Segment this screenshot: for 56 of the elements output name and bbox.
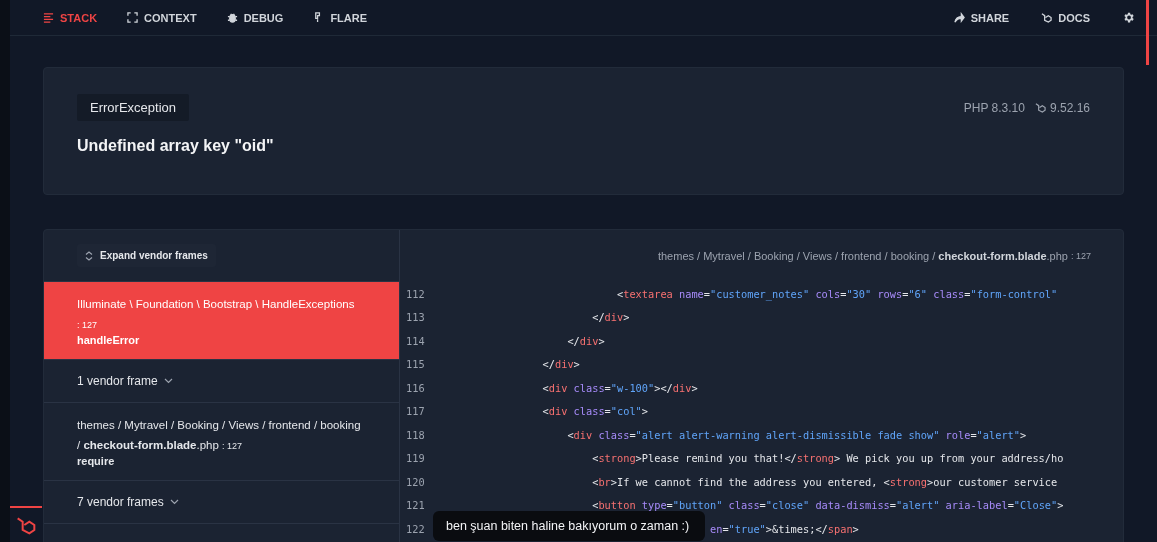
list-icon [43, 12, 54, 23]
chevron-down-icon [169, 499, 179, 505]
frame-line-number: : 127 [221, 441, 242, 451]
bug-icon [226, 12, 238, 23]
line-number: 112 [405, 287, 426, 300]
code-line: <button type="button" class="close" data-dismiss="alert" aria-label="Close"> [591, 499, 1064, 512]
chevron-down-icon [163, 378, 173, 384]
line-number: 117 [405, 405, 426, 418]
vendor-frames-toggle[interactable]: 1 vendor frame [77, 374, 173, 388]
code-line: <div class="col"> [541, 405, 648, 418]
stack-frame[interactable]: themes / Mytravel / Booking / Views / frontend / booking / checkout-form.blade.php : 127 require [44, 403, 399, 481]
nav-tab[interactable]: STACK [43, 11, 98, 24]
scrollbar-thumb[interactable] [1146, 0, 1149, 65]
active-indicator [10, 506, 42, 508]
line-number: 116 [405, 381, 426, 394]
line-number: 115 [405, 358, 426, 371]
subtitle-caption: ben şuan biten haline bakıyorum o zaman :) [433, 511, 706, 541]
nav-tab[interactable]: DEBUG [226, 11, 284, 24]
line-number: 121 [405, 499, 426, 512]
file-path: themes / Mytravel / Booking / Views / frontend / booking / checkout-form.blade.php [657, 250, 1068, 262]
line-number: 122 [405, 522, 426, 535]
line-number: 119 [405, 452, 426, 465]
code-line: en="true">&times;</span> [708, 522, 859, 535]
stack-frame[interactable]: Illuminate \ Foundation \ Bootstrap \ HandleExceptions : 127 handleError [44, 282, 399, 360]
frame-method: handleError [77, 334, 141, 346]
code-line: <textarea name="customer_notes" cols="30" rows="6" class="form-control" [616, 287, 1058, 300]
nav-tab[interactable]: CONTEXT [127, 11, 197, 24]
share-icon [953, 12, 965, 23]
code-line: </div> [541, 358, 580, 371]
code-line: </div> [566, 334, 605, 347]
exception-type: ErrorException [77, 94, 189, 121]
line-number: 114 [405, 334, 426, 347]
nav-link[interactable]: DOCS [1041, 11, 1090, 24]
frame-path: Illuminate \ Foundation \ Bootstrap \ HandleExceptions [77, 297, 356, 312]
laravel-version: 9.52.16 [1049, 100, 1090, 115]
line-number: 120 [405, 475, 426, 488]
nav-tab[interactable]: FLARE [313, 11, 368, 24]
code-line: <br>If we cannot find the address you entered, <strong>our customer service [591, 475, 1058, 488]
frame-line-number: : 127 [77, 320, 98, 330]
frame-corners-icon [127, 12, 139, 23]
vendor-frames-toggle[interactable]: 7 vendor frames [77, 495, 179, 509]
code-line: <div class="w-100"></div> [541, 381, 698, 394]
php-version: PHP 8.3.10 [963, 100, 1025, 115]
file-line-number: : 127 [1070, 251, 1091, 261]
error-message: Undefined array key "oid" [77, 137, 275, 155]
chevrons-up-down-icon [85, 250, 93, 261]
frame-path: themes / Mytravel / Booking / Views / frontend / booking [77, 418, 362, 433]
line-number: 113 [405, 311, 426, 324]
nav-link[interactable]: SHARE [953, 11, 1010, 24]
code-line: </div> [591, 311, 630, 324]
frame-file: / checkout-form.blade.php [77, 439, 219, 451]
frame-method: require [77, 455, 116, 467]
code-line: <strong>Please remind you that!</strong> We pick you up from your address/ho [591, 452, 1064, 465]
settings-icon[interactable] [1122, 11, 1135, 24]
code-line: <div class="alert alert-warning alert-dismissible fade show" role="alert"> [566, 428, 1027, 441]
line-number: 118 [405, 428, 426, 441]
